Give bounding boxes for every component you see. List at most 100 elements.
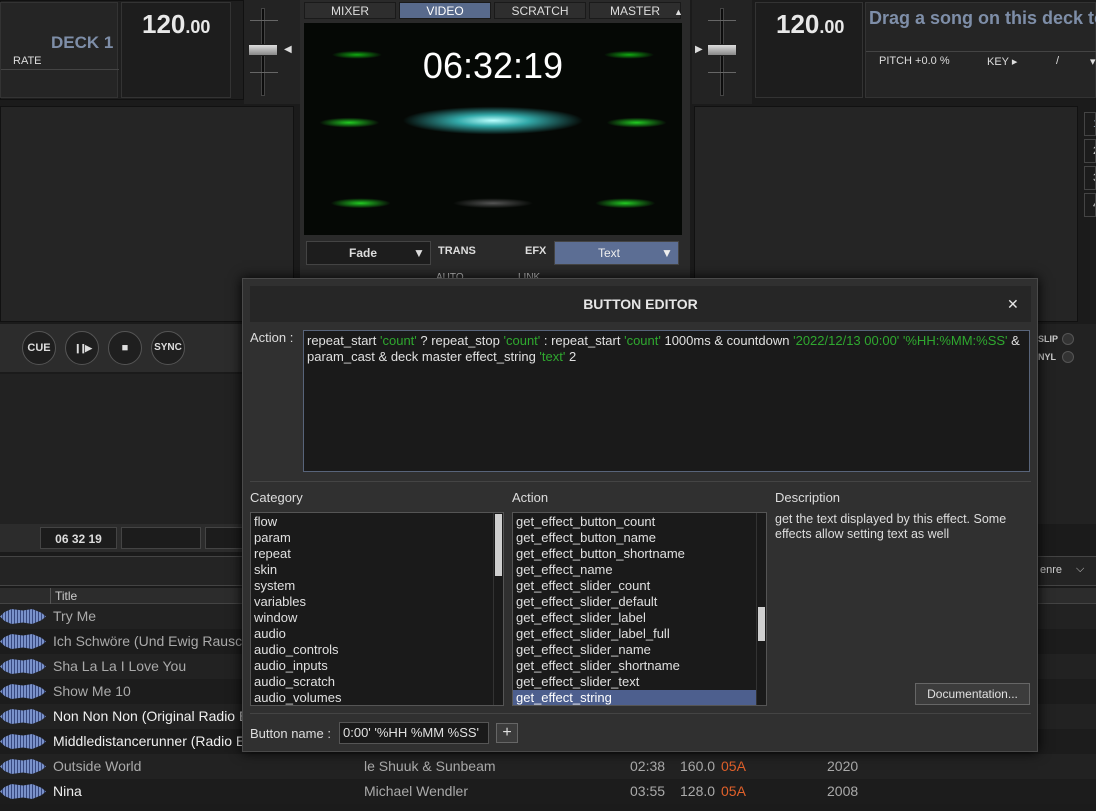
play-pause-button[interactable]: ❙❙▶ <box>65 331 99 365</box>
list-item[interactable]: get_effect_slider_label_full <box>513 626 766 642</box>
pad-1[interactable]: 1 <box>1084 112 1096 136</box>
list-item[interactable]: get_effect_button_shortname <box>513 546 766 562</box>
list-item[interactable]: get_effect_slider_shortname <box>513 658 766 674</box>
list-item[interactable]: get_effect_button_count <box>513 514 766 530</box>
right-deck-info: Drag a song on this deck to PITCH +0.0 %… <box>865 2 1096 98</box>
pad-3[interactable]: 3 <box>1084 166 1096 190</box>
right-bpm-display: 120.00 <box>776 9 844 40</box>
fader-knob[interactable] <box>707 44 737 56</box>
button-name-input[interactable]: 0:00' '%HH %MM %SS' <box>339 722 489 744</box>
tick <box>708 72 736 73</box>
list-item[interactable]: param <box>251 530 503 546</box>
list-item[interactable]: audio_inputs <box>251 658 503 674</box>
documentation-button[interactable]: Documentation... <box>915 683 1030 705</box>
row-bpm: 160.0 <box>680 758 716 774</box>
right-pads: 1 2 3 4 <box>1084 112 1096 217</box>
cue-button[interactable]: CUE <box>22 331 56 365</box>
list-item[interactable]: get_effect_button_name <box>513 530 766 546</box>
table-row[interactable]: Outside World le Shuuk & Sunbeam 02:38 160.… <box>0 754 1096 779</box>
action-list[interactable]: get_effect_button_count get_effect_button… <box>512 512 767 706</box>
list-item[interactable]: audio_scratch <box>251 674 503 690</box>
tab-scratch[interactable]: SCRATCH <box>494 2 586 19</box>
position-time: 06 32 19 <box>40 527 117 549</box>
row-title: Non Non Non (Original Radio E <box>53 708 249 724</box>
row-time: 02:38 <box>630 758 666 774</box>
category-scrollbar[interactable] <box>493 513 503 705</box>
left-pitch-fader[interactable]: ◀ <box>244 0 300 104</box>
bpm-dec: .00 <box>185 17 211 37</box>
category-list[interactable]: flow param repeat skin system variables window… <box>250 512 504 706</box>
rate-label: RATE <box>13 55 42 67</box>
row-artist: Michael Wendler <box>364 783 469 799</box>
row-title: Nina <box>53 783 82 799</box>
genre-label[interactable]: enre <box>1040 564 1062 576</box>
list-item[interactable]: get_effect_slider_name <box>513 642 766 658</box>
tab-mixer[interactable]: MIXER <box>304 2 396 19</box>
row-key: 05A <box>721 758 746 774</box>
divider <box>1 69 119 70</box>
slip-label: SLIP <box>1038 334 1059 344</box>
chevron-down-icon[interactable]: ⌵ <box>1076 563 1084 576</box>
video-preview[interactable]: 06:32:19 <box>304 23 682 235</box>
tick <box>250 20 278 21</box>
waveform-thumbnail <box>0 684 46 699</box>
sync-button[interactable]: SYNC <box>151 331 185 365</box>
tab-master[interactable]: MASTER ▲ <box>589 2 683 19</box>
row-title: Sha La La I Love You <box>53 658 187 674</box>
table-row[interactable]: Nina Michael Wendler 03:55 128.0 05A 2008 <box>0 779 1096 804</box>
fader-arrow-icon: ▶ <box>695 44 703 55</box>
list-item[interactable]: audio <box>251 626 503 642</box>
waveform-thumbnail <box>0 734 46 749</box>
list-item[interactable]: variables <box>251 594 503 610</box>
list-item[interactable]: get_effect_string <box>513 690 766 705</box>
row-key: 05A <box>721 783 746 799</box>
list-item[interactable]: get_effect_name <box>513 562 766 578</box>
tab-video[interactable]: VIDEO <box>399 2 491 19</box>
list-item[interactable]: get_effect_slider_text <box>513 674 766 690</box>
transition-value: Fade <box>349 246 378 260</box>
left-bpm-display: 120.00 <box>142 9 210 40</box>
stop-button[interactable]: ■ <box>108 331 142 365</box>
pad-2[interactable]: 2 <box>1084 139 1096 163</box>
bpm-int: 120 <box>776 9 820 39</box>
fader-knob[interactable] <box>248 44 278 56</box>
script-code-token: ? repeat_stop <box>416 333 504 348</box>
script-string-token: 'text' <box>539 349 566 364</box>
fader-arrow-icon: ◀ <box>284 44 292 55</box>
effect-select[interactable]: Text ▼ <box>554 241 679 265</box>
column-title[interactable]: Title <box>55 589 77 603</box>
action-scrollbar[interactable] <box>756 513 766 705</box>
row-year: 2020 <box>827 758 859 774</box>
column-divider <box>50 588 51 604</box>
right-pitch-fader[interactable]: ▶ <box>692 0 752 104</box>
script-code-token: repeat_start <box>307 333 380 348</box>
dialog-titlebar: BUTTON EDITOR ✕ <box>250 286 1031 322</box>
row-year: 2008 <box>827 783 859 799</box>
list-item[interactable]: audio_volumes <box>251 690 503 705</box>
list-item[interactable]: get_effect_slider_default <box>513 594 766 610</box>
dialog-title: BUTTON EDITOR <box>583 296 698 312</box>
list-item[interactable]: repeat <box>251 546 503 562</box>
transition-select[interactable]: Fade ▼ <box>306 241 431 265</box>
close-icon[interactable]: ✕ <box>1007 286 1019 322</box>
list-item[interactable]: audio_controls <box>251 642 503 658</box>
pad-4[interactable]: 4 <box>1084 193 1096 217</box>
list-item[interactable]: get_effect_slider_label <box>513 610 766 626</box>
list-item[interactable]: system <box>251 578 503 594</box>
info-slot <box>121 527 201 549</box>
drag-song-text: Drag a song on this deck to <box>869 8 1096 28</box>
button-name-label: Button name : <box>250 726 331 741</box>
slip-toggle[interactable] <box>1062 333 1074 345</box>
dropdown-arrow-icon: ▼ <box>661 246 673 260</box>
list-item[interactable]: flow <box>251 514 503 530</box>
list-item[interactable]: get_effect_slider_count <box>513 578 766 594</box>
list-item[interactable]: skin <box>251 562 503 578</box>
list-item[interactable]: window <box>251 610 503 626</box>
action-script-textarea[interactable]: repeat_start 'count' ? repeat_stop 'coun… <box>303 330 1030 472</box>
vinyl-toggle[interactable] <box>1062 351 1074 363</box>
left-bpm-box: 120.00 <box>121 2 231 98</box>
waveform-thumbnail <box>0 634 46 649</box>
key-arrow-icon[interactable]: ▾ <box>1090 55 1096 68</box>
key-label[interactable]: KEY ▸ <box>987 55 1017 68</box>
add-button[interactable]: + <box>496 723 518 743</box>
